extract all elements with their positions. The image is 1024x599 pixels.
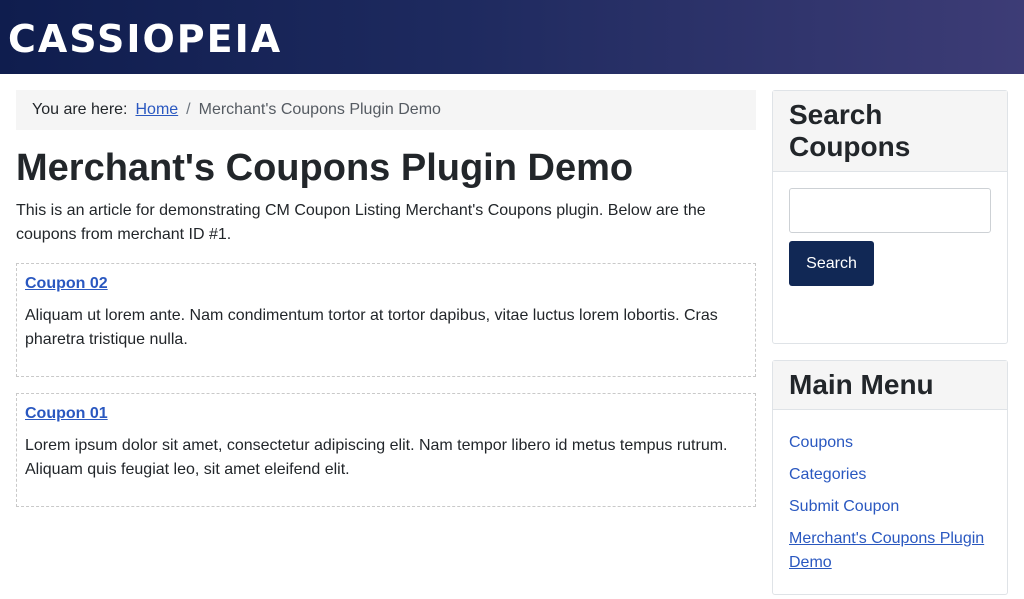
main-menu-module: Main Menu Coupons Categories Submit Coup… — [772, 360, 1008, 595]
site-logo[interactable]: CASSIOPEIA — [8, 17, 282, 61]
main-menu-list: Coupons Categories Submit Coupon Merchan… — [773, 410, 1007, 599]
search-module-body: Search — [773, 172, 1007, 302]
coupon-description: Lorem ipsum dolor sit amet, consectetur … — [25, 437, 728, 478]
breadcrumb-home-link[interactable]: Home — [135, 101, 178, 119]
coupon-card: Coupon 02 Aliquam ut lorem ante. Nam con… — [16, 263, 756, 377]
coupon-description: Aliquam ut lorem ante. Nam condimentum t… — [25, 307, 718, 348]
menu-item-categories[interactable]: Categories — [789, 463, 991, 487]
coupon-title-link[interactable]: Coupon 02 — [25, 272, 747, 296]
coupon-title-link[interactable]: Coupon 01 — [25, 402, 747, 426]
main-menu-title: Main Menu — [773, 361, 1007, 410]
breadcrumb-current: Merchant's Coupons Plugin Demo — [198, 101, 441, 118]
menu-item-coupons[interactable]: Coupons — [789, 431, 991, 455]
search-module-title: Search Coupons — [773, 91, 1007, 172]
site-header: CASSIOPEIA — [0, 0, 1024, 74]
breadcrumb-label: You are here: — [32, 101, 128, 118]
search-input[interactable] — [789, 188, 991, 233]
search-coupons-module: Search Coupons Search — [772, 90, 1008, 344]
menu-item-submit-coupon[interactable]: Submit Coupon — [789, 495, 991, 519]
breadcrumb: You are here: Home / Merchant's Coupons … — [16, 90, 756, 130]
search-button[interactable]: Search — [789, 241, 874, 286]
coupon-card: Coupon 01 Lorem ipsum dolor sit amet, co… — [16, 393, 756, 507]
menu-item-merchants-coupons-demo[interactable]: Merchant's Coupons Plugin Demo — [789, 527, 991, 575]
page-title: Merchant's Coupons Plugin Demo — [16, 147, 634, 189]
breadcrumb-separator: / — [186, 101, 191, 118]
article-intro: This is an article for demonstrating CM … — [16, 202, 706, 243]
